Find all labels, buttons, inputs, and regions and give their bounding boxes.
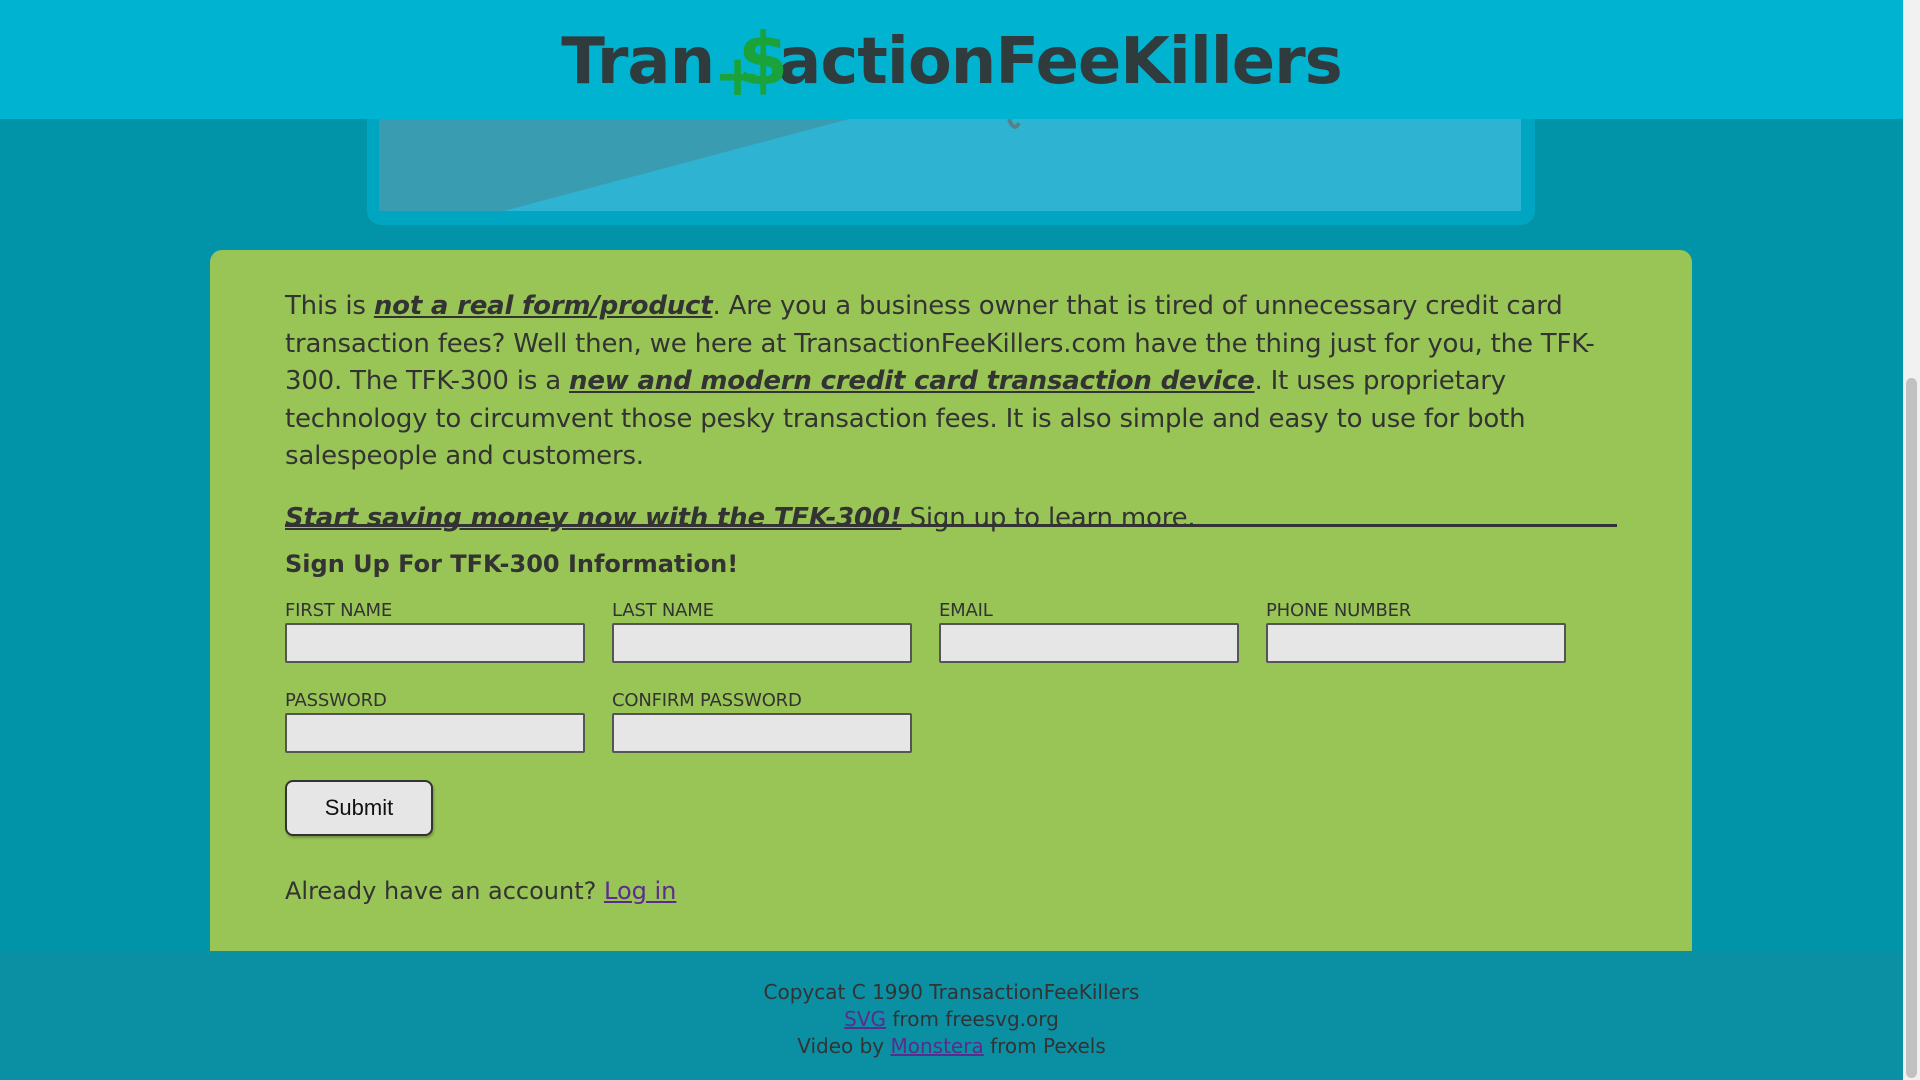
svg-credit-text: from freesvg.org <box>886 1007 1059 1031</box>
intro-emphasis-device: new and modern credit card transaction d… <box>569 366 1255 396</box>
background-video-frame <box>367 119 1535 225</box>
section-divider <box>285 524 1617 527</box>
video-credit-prefix: Video by <box>797 1034 891 1058</box>
logo-money-icon: + $ <box>714 23 788 105</box>
intro-paragraph: This is not a real form/product. Are you… <box>285 288 1617 476</box>
site-header: Tran + $ actionFeeKillers <box>0 0 1903 119</box>
login-prompt: Already have an account? Log in <box>285 877 676 905</box>
cta-text: Sign up to learn more. <box>901 502 1196 533</box>
form-title: Sign Up For TFK-300 Information! <box>285 550 739 578</box>
confirm-password-group: CONFIRM PASSWORD <box>612 690 912 753</box>
email-label: EMAIL <box>939 600 993 621</box>
email-input[interactable] <box>939 623 1239 663</box>
confirm-password-label: CONFIRM PASSWORD <box>612 690 802 711</box>
login-prompt-text: Already have an account? <box>285 877 605 905</box>
info-card: This is not a real form/product. Are you… <box>210 250 1692 951</box>
first-name-label: FIRST NAME <box>285 600 392 621</box>
phone-group: PHONE NUMBER <box>1266 600 1566 663</box>
first-name-group: FIRST NAME <box>285 600 585 663</box>
phone-input[interactable] <box>1266 623 1566 663</box>
password-group: PASSWORD <box>285 690 585 753</box>
login-link[interactable]: Log in <box>604 877 676 905</box>
svg-credit: SVG from freesvg.org <box>0 1006 1903 1033</box>
confirm-password-input[interactable] <box>612 713 912 753</box>
phone-label: PHONE NUMBER <box>1266 600 1412 621</box>
last-name-group: LAST NAME <box>612 600 912 663</box>
page-scrollbar[interactable] <box>1903 0 1920 1080</box>
last-name-input[interactable] <box>612 623 912 663</box>
scrollbar-thumb[interactable] <box>1906 378 1917 1078</box>
site-footer: Copycat C 1990 TransactionFeeKillers SVG… <box>0 951 1903 1080</box>
email-group: EMAIL <box>939 600 1239 663</box>
submit-button[interactable]: Submit <box>285 780 433 836</box>
logo-text-right: actionFeeKillers <box>778 24 1343 99</box>
last-name-label: LAST NAME <box>612 600 714 621</box>
intro-text-1: This is <box>285 291 374 321</box>
password-label: PASSWORD <box>285 690 387 711</box>
logo-text-left: Tran <box>561 24 715 99</box>
copyright-text: Copycat C 1990 TransactionFeeKillers <box>763 980 1140 1004</box>
video-still-shape <box>379 119 1021 211</box>
cta-emphasis: Start saving money now with the TFK-300! <box>285 502 902 533</box>
video-credit: Video by Monstera from Pexels <box>0 1033 1903 1060</box>
svg-credit-link[interactable]: SVG <box>844 1007 886 1031</box>
site-logo[interactable]: Tran + $ actionFeeKillers <box>561 23 1343 105</box>
intro-emphasis-not-real: not a real form/product <box>373 291 713 321</box>
first-name-input[interactable] <box>285 623 585 663</box>
background-video <box>379 119 1521 211</box>
logo-dollar: $ <box>738 16 788 101</box>
video-credit-text: from Pexels <box>983 1034 1106 1058</box>
password-input[interactable] <box>285 713 585 753</box>
cta-paragraph: Start saving money now with the TFK-300!… <box>285 500 1617 537</box>
video-credit-link[interactable]: Monstera <box>891 1034 984 1058</box>
